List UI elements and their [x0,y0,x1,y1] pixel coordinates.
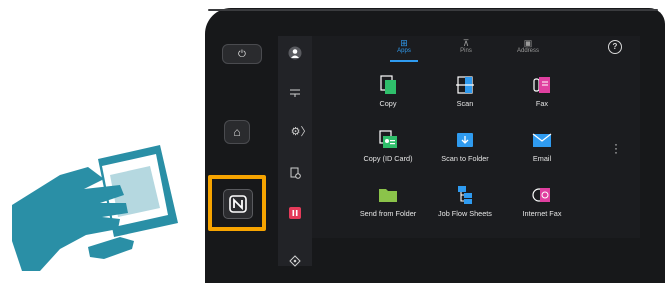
tab-apps[interactable]: ⊞ Apps [384,38,424,54]
fax-icon [533,77,550,93]
internet-fax-icon [532,188,550,202]
pin-icon: ⊼ [462,38,470,48]
user-icon [288,46,302,60]
apps-grid-icon: ⊞ [400,38,408,48]
screen-sidebar [278,36,312,266]
app-email-label: Email [532,154,552,163]
help-icon[interactable]: ? [608,40,622,54]
diamond-navigation-button[interactable] [284,252,306,270]
tab-pins[interactable]: ⊼ Pins [446,38,486,54]
tab-address[interactable]: ▣ Address [508,38,548,54]
nfc-area-highlight [208,175,266,231]
id-card-icon [379,130,397,148]
app-fax[interactable]: Fax [497,75,587,108]
hand-phone-illustration [12,145,178,271]
home-icon: ⌂ [233,125,241,139]
power-button[interactable]: ⏻ [222,44,262,64]
tab-address-label: Address [516,48,539,54]
job-status-button[interactable] [284,164,306,182]
power-icon: ⏻ [238,48,246,60]
more-options-icon[interactable]: · · · [614,138,618,158]
chevron-right-icon: 〉 [300,126,312,138]
gear-icon: ⚙ [290,125,301,138]
adjust-button[interactable] [284,84,306,102]
send-from-folder-icon [379,189,397,202]
job-flow-icon [458,186,472,204]
active-tab-indicator [390,60,418,62]
app-internet-fax-label: Internet Fax [522,209,562,218]
home-button[interactable]: ⌂ [224,120,250,144]
app-email[interactable]: Email [497,130,587,163]
settings-button[interactable]: ⚙ 〉 [288,122,314,140]
scan-to-folder-icon [457,133,473,147]
bezel-highlight [208,9,658,11]
app-internet-fax[interactable]: Internet Fax [497,185,587,218]
stop-button[interactable] [284,204,306,222]
stop-icon [289,207,301,219]
user-login-button[interactable] [284,44,306,62]
nfc-icon [229,195,247,213]
tab-pins-label: Pins [460,48,472,54]
diamond-icon [289,255,301,267]
app-fax-label: Fax [535,99,549,108]
job-status-icon [290,167,301,179]
copy-icon [380,75,396,94]
tab-apps-label: Apps [397,48,411,54]
email-icon [532,133,552,147]
adjust-icon [290,89,300,97]
scan-icon [456,76,474,94]
nfc-reader[interactable] [223,189,253,219]
address-book-icon: ▣ [523,38,533,48]
